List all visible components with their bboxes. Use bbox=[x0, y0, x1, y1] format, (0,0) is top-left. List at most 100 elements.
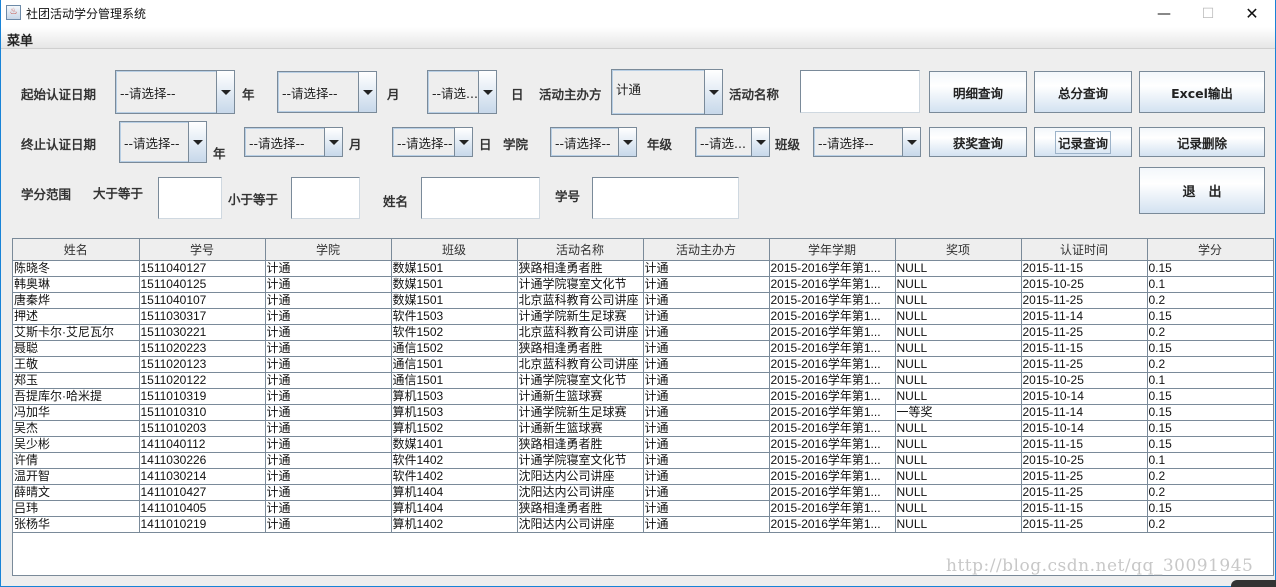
table-cell[interactable]: 1511040107 bbox=[138, 291, 266, 309]
table-cell[interactable]: 软件1503 bbox=[390, 307, 518, 325]
table-cell[interactable]: 0.2 bbox=[1146, 291, 1273, 309]
table-cell[interactable]: 0.1 bbox=[1146, 371, 1273, 389]
table-cell[interactable]: NULL bbox=[894, 451, 1022, 469]
table-cell[interactable]: 0.15 bbox=[1146, 403, 1273, 421]
table-row[interactable]: 薛晴文 1411010427 计通 算机1404 沈阳达内公司讲座 计通 2015-2016… bbox=[13, 483, 1273, 501]
table-cell[interactable]: 计通 bbox=[264, 307, 392, 325]
table-cell[interactable]: NULL bbox=[894, 339, 1022, 357]
end-day-select[interactable]: --请选择-- bbox=[392, 127, 473, 157]
table-cell[interactable]: 计通 bbox=[264, 515, 392, 533]
table-cell[interactable]: 1511010319 bbox=[138, 387, 266, 405]
chevron-down-icon[interactable] bbox=[216, 71, 234, 113]
table-cell[interactable]: 1511030317 bbox=[138, 307, 266, 325]
table-cell[interactable]: 软件1502 bbox=[390, 323, 518, 341]
table-cell[interactable]: 2015-11-25 bbox=[1020, 515, 1148, 533]
table-cell[interactable]: 北京蓝科教育公司讲座 bbox=[516, 323, 644, 341]
table-cell[interactable]: 计通 bbox=[642, 371, 770, 389]
table-cell[interactable]: 2015-2016学年第1... bbox=[768, 259, 896, 277]
table-cell[interactable]: 计通 bbox=[642, 451, 770, 469]
table-cell[interactable]: 郑玉 bbox=[13, 371, 140, 389]
table-cell[interactable]: 狭路相逢勇者胜 bbox=[516, 435, 644, 453]
table-cell[interactable]: 0.15 bbox=[1146, 339, 1273, 357]
exit-button[interactable]: 退 出 bbox=[1139, 167, 1265, 214]
table-cell[interactable]: 唐秦烨 bbox=[13, 291, 140, 309]
table-cell[interactable]: 2015-11-14 bbox=[1020, 307, 1148, 325]
table-cell[interactable]: 0.15 bbox=[1146, 435, 1273, 453]
table-cell[interactable]: 算机1503 bbox=[390, 387, 518, 405]
column-header[interactable]: 学分 bbox=[1146, 239, 1273, 261]
table-cell[interactable]: 计通 bbox=[642, 499, 770, 517]
table-cell[interactable]: 数媒1501 bbox=[390, 291, 518, 309]
table-cell[interactable]: 计通 bbox=[642, 403, 770, 421]
table-cell[interactable]: 计通 bbox=[264, 467, 392, 485]
name-input[interactable] bbox=[421, 177, 540, 219]
chevron-down-icon[interactable] bbox=[618, 128, 636, 156]
table-cell[interactable]: 通信1501 bbox=[390, 355, 518, 373]
column-header[interactable]: 奖项 bbox=[894, 239, 1022, 261]
table-cell[interactable]: 计通 bbox=[642, 483, 770, 501]
table-cell[interactable]: 2015-11-25 bbox=[1020, 483, 1148, 501]
column-header[interactable]: 活动名称 bbox=[516, 239, 644, 261]
table-cell[interactable]: 狭路相逢勇者胜 bbox=[516, 259, 644, 277]
table-cell[interactable]: 计通 bbox=[642, 387, 770, 405]
table-cell[interactable]: 2015-2016学年第1... bbox=[768, 403, 896, 421]
chevron-down-icon[interactable] bbox=[478, 71, 496, 113]
table-cell[interactable]: 1511020223 bbox=[138, 339, 266, 357]
table-cell[interactable]: NULL bbox=[894, 371, 1022, 389]
table-cell[interactable]: 2015-10-25 bbox=[1020, 371, 1148, 389]
table-cell[interactable]: 2015-2016学年第1... bbox=[768, 291, 896, 309]
table-cell[interactable]: 计通 bbox=[264, 275, 392, 293]
table-cell[interactable]: 一等奖 bbox=[894, 403, 1022, 421]
table-cell[interactable]: 温开智 bbox=[13, 467, 140, 485]
table-cell[interactable]: 2015-2016学年第1... bbox=[768, 451, 896, 469]
start-month-select[interactable]: --请选择-- bbox=[277, 71, 377, 113]
table-cell[interactable]: NULL bbox=[894, 499, 1022, 517]
table-cell[interactable]: 数媒1401 bbox=[390, 435, 518, 453]
table-cell[interactable]: 计通 bbox=[642, 339, 770, 357]
table-cell[interactable]: 计通 bbox=[264, 323, 392, 341]
table-cell[interactable]: 2015-2016学年第1... bbox=[768, 419, 896, 437]
credit-gte-input[interactable] bbox=[158, 177, 222, 219]
table-row[interactable]: 冯加华 1511010310 计通 算机1503 计通学院新生足球赛 计通 2015-201… bbox=[13, 403, 1273, 421]
college-select[interactable]: --请选择-- bbox=[550, 127, 637, 157]
maximize-button[interactable]: ☐ bbox=[1185, 0, 1231, 27]
table-cell[interactable]: NULL bbox=[894, 467, 1022, 485]
end-month-select[interactable]: --请选择-- bbox=[244, 127, 343, 157]
table-cell[interactable]: 通信1501 bbox=[390, 371, 518, 389]
table-cell[interactable]: 2015-2016学年第1... bbox=[768, 387, 896, 405]
table-cell[interactable]: 2015-2016学年第1... bbox=[768, 467, 896, 485]
table-cell[interactable]: NULL bbox=[894, 483, 1022, 501]
table-cell[interactable]: 2015-2016学年第1... bbox=[768, 307, 896, 325]
table-cell[interactable]: 沈阳达内公司讲座 bbox=[516, 483, 644, 501]
table-cell[interactable]: 许倩 bbox=[13, 451, 140, 469]
table-cell[interactable]: 计通 bbox=[264, 371, 392, 389]
table-row[interactable]: 吾提库尔·哈米提 1511010319 计通 算机1503 计通新生篮球赛 计通 2015-… bbox=[13, 387, 1273, 405]
table-row[interactable]: 许倩 1411030226 计通 软件1402 计通学院寝室文化节 计通 2015-2016… bbox=[13, 451, 1273, 469]
table-cell[interactable]: 吴少彬 bbox=[13, 435, 140, 453]
table-cell[interactable]: 0.2 bbox=[1146, 467, 1273, 485]
chevron-down-icon[interactable] bbox=[188, 122, 206, 162]
table-cell[interactable]: 计通学院新生足球赛 bbox=[516, 403, 644, 421]
table-cell[interactable]: 计通 bbox=[642, 323, 770, 341]
table-cell[interactable]: 软件1402 bbox=[390, 467, 518, 485]
table-cell[interactable]: 计通 bbox=[642, 467, 770, 485]
table-cell[interactable]: 算机1502 bbox=[390, 419, 518, 437]
table-cell[interactable]: 计通学院寝室文化节 bbox=[516, 275, 644, 293]
table-cell[interactable]: 1511020123 bbox=[138, 355, 266, 373]
table-cell[interactable]: 1411030226 bbox=[138, 451, 266, 469]
table-cell[interactable]: 2015-11-25 bbox=[1020, 323, 1148, 341]
credit-lte-input[interactable] bbox=[291, 177, 360, 219]
table-cell[interactable]: 2015-11-15 bbox=[1020, 259, 1148, 277]
table-cell[interactable]: 1511040127 bbox=[138, 259, 266, 277]
table-cell[interactable]: 算机1404 bbox=[390, 483, 518, 501]
table-cell[interactable]: 计通 bbox=[642, 259, 770, 277]
table-cell[interactable]: 2015-11-14 bbox=[1020, 403, 1148, 421]
table-cell[interactable]: 数媒1501 bbox=[390, 275, 518, 293]
table-cell[interactable]: NULL bbox=[894, 275, 1022, 293]
table-row[interactable]: 张杨华 1411010219 计通 算机1402 沈阳达内公司讲座 计通 2015-2016… bbox=[13, 515, 1273, 533]
class-select[interactable]: --请选择-- bbox=[813, 127, 921, 157]
table-cell[interactable]: 0.1 bbox=[1146, 451, 1273, 469]
table-cell[interactable]: 2015-2016学年第1... bbox=[768, 435, 896, 453]
table-cell[interactable]: 计通 bbox=[264, 387, 392, 405]
table-cell[interactable]: 计通 bbox=[642, 515, 770, 533]
